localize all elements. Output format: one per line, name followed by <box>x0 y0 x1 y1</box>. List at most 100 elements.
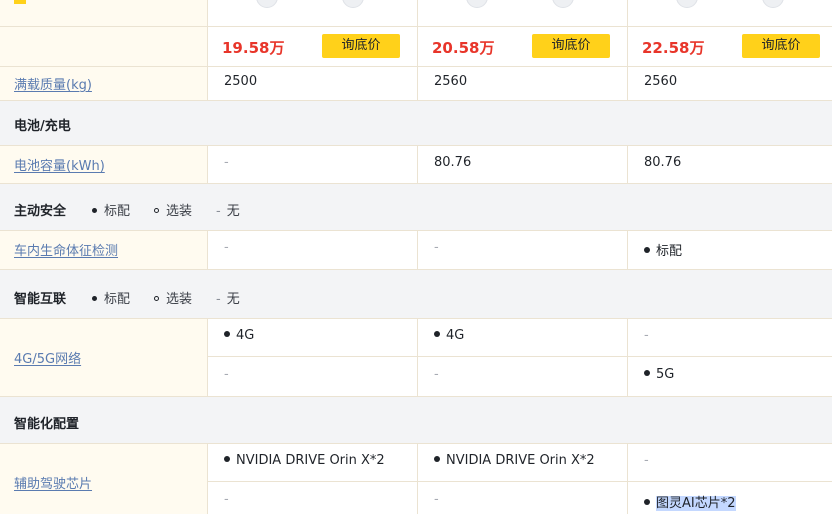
legend-none: -无 <box>216 292 240 307</box>
legend-none: -无 <box>216 204 240 219</box>
spec-value: NVIDIA DRIVE Orin X*2 <box>224 453 385 468</box>
column-divider <box>627 318 628 396</box>
spec-value: 5G <box>644 367 674 382</box>
column-divider <box>417 0 418 100</box>
column-divider <box>417 318 418 396</box>
subrow-divider <box>207 356 832 357</box>
column-divider <box>207 318 208 396</box>
column-divider <box>207 230 208 269</box>
spec-value: 图灵AI芯片*2 <box>644 492 736 511</box>
row-divider <box>0 230 832 231</box>
filled-dot-icon <box>92 208 97 213</box>
spec-value: - <box>434 492 439 507</box>
legend-standard: 标配 <box>92 288 130 307</box>
price-label-cell <box>0 26 207 66</box>
column-divider <box>627 0 628 100</box>
spec-label-cell: 辅助驾驶芯片 <box>0 443 207 514</box>
car-thumb-icon <box>466 0 488 8</box>
spec-label-life-detect[interactable]: 车内生命体征检测 <box>14 240 118 259</box>
column-divider <box>207 0 208 100</box>
spec-value: - <box>644 328 649 343</box>
legend-standard: 标配 <box>92 200 130 219</box>
selected-text: 图灵AI芯片*2 <box>656 496 736 511</box>
spec-label-cell: 电池容量(kWh) <box>0 145 207 183</box>
spec-label-network[interactable]: 4G/5G网络 <box>14 348 81 367</box>
spec-value: - <box>224 492 229 507</box>
header-label-cell <box>0 0 207 26</box>
car-thumb-icon <box>552 0 574 8</box>
spec-row-life-detect: 车内生命体征检测 - - 标配 <box>0 230 832 269</box>
row-divider <box>0 100 832 101</box>
column-divider <box>627 230 628 269</box>
filled-dot-icon <box>224 331 230 337</box>
spec-value: - <box>434 367 439 382</box>
spec-value: 2560 <box>644 74 678 89</box>
spec-value: 2560 <box>434 74 468 89</box>
legend-optional: 选装 <box>154 200 192 219</box>
filled-dot-icon <box>434 456 440 462</box>
section-title: 智能互联 <box>14 292 67 307</box>
row-divider <box>0 269 832 270</box>
row-divider <box>0 145 832 146</box>
column-divider <box>207 145 208 183</box>
spec-label-cell: 车内生命体征检测 <box>0 230 207 269</box>
section-title: 智能化配置 <box>14 417 80 432</box>
filled-dot-icon <box>644 370 650 376</box>
row-divider <box>0 66 832 67</box>
section-intelligence: 智能化配置 <box>0 396 832 443</box>
legend-optional: 选装 <box>154 288 192 307</box>
spec-value: NVIDIA DRIVE Orin X*2 <box>434 453 595 468</box>
hollow-dot-icon <box>154 208 159 213</box>
filled-dot-icon <box>644 247 650 253</box>
column-divider <box>417 230 418 269</box>
ask-price-button[interactable]: 询底价 <box>532 34 610 58</box>
spec-value: - <box>224 240 229 255</box>
spec-value: 标配 <box>644 240 682 259</box>
spec-value: - <box>224 155 229 170</box>
filled-dot-icon <box>434 331 440 337</box>
car-price: 19.58万 <box>222 39 285 57</box>
spec-value: - <box>224 367 229 382</box>
spec-label-cell: 4G/5G网络 <box>0 318 207 396</box>
car-thumb-icon <box>342 0 364 8</box>
car-thumb-icon <box>762 0 784 8</box>
column-divider <box>417 443 418 514</box>
car-thumb-icon <box>676 0 698 8</box>
spec-value: 4G <box>434 328 464 343</box>
filled-dot-icon <box>224 456 230 462</box>
spec-value: - <box>644 453 649 468</box>
car-header-strip <box>0 0 832 26</box>
row-divider <box>0 443 832 444</box>
car-price: 22.58万 <box>642 39 705 57</box>
filled-dot-icon <box>644 499 650 505</box>
car-thumb-icon <box>256 0 278 8</box>
spec-label-full-load[interactable]: 满载质量(kg) <box>14 74 92 93</box>
row-divider <box>0 396 832 397</box>
row-divider <box>0 318 832 319</box>
spec-row-full-load: 满载质量(kg) 2500 2560 2560 <box>0 66 832 100</box>
spec-row-network: 4G/5G网络 4G 4G - - - 5G <box>0 318 832 396</box>
spec-value: 4G <box>224 328 254 343</box>
column-divider <box>627 443 628 514</box>
filled-dot-icon <box>92 296 97 301</box>
section-connectivity: 智能互联 标配 选装 -无 <box>0 269 832 318</box>
ask-price-button[interactable]: 询底价 <box>322 34 400 58</box>
car-price: 20.58万 <box>432 39 495 57</box>
spec-label-battery[interactable]: 电池容量(kWh) <box>14 155 105 174</box>
subrow-divider <box>207 481 832 482</box>
spec-label-chip[interactable]: 辅助驾驶芯片 <box>14 473 92 492</box>
header-badge-icon <box>14 0 26 4</box>
row-divider <box>0 26 832 27</box>
spec-value: 80.76 <box>644 155 682 170</box>
section-title: 电池/充电 <box>14 119 71 134</box>
spec-row-battery: 电池容量(kWh) - 80.76 80.76 <box>0 145 832 183</box>
hollow-dot-icon <box>154 296 159 301</box>
spec-row-chip: 辅助驾驶芯片 NVIDIA DRIVE Orin X*2 NVIDIA DRIV… <box>0 443 832 514</box>
spec-label-cell: 满载质量(kg) <box>0 66 207 100</box>
price-row: 19.58万 询底价 20.58万 询底价 22.58万 询底价 <box>0 26 832 66</box>
column-divider <box>207 443 208 514</box>
ask-price-button[interactable]: 询底价 <box>742 34 820 58</box>
column-divider <box>417 145 418 183</box>
section-title: 主动安全 <box>14 204 67 219</box>
section-battery: 电池/充电 <box>0 100 832 145</box>
